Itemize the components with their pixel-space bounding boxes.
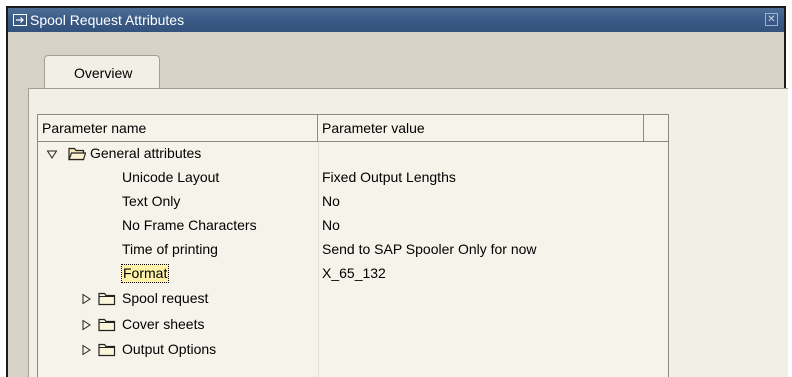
expanded-icon[interactable] — [46, 148, 58, 160]
tree-node-label: Cover sheets — [122, 316, 205, 332]
parameter-value: Fixed Output Lengths — [322, 169, 456, 185]
table-row-selected[interactable]: Format X_65_132 — [38, 262, 668, 286]
tree-node-general-attributes[interactable]: General attributes — [38, 142, 668, 166]
tree-node-cover-sheets[interactable]: Cover sheets — [38, 313, 668, 337]
parameter-name: Format — [120, 264, 170, 283]
table-row[interactable]: No Frame Characters No — [38, 214, 668, 238]
close-icon[interactable]: ✕ — [765, 13, 778, 26]
column-header-name-label: Parameter name — [42, 120, 147, 136]
window-icon — [13, 14, 27, 26]
tab-panel: Parameter name Parameter value General a… — [28, 88, 788, 377]
tab-overview-label: Overview — [74, 65, 133, 81]
window-title: Spool Request Attributes — [30, 12, 185, 28]
table-row[interactable]: Time of printing Send to SAP Spooler Onl… — [38, 238, 668, 262]
column-header-value[interactable]: Parameter value — [318, 115, 644, 141]
collapsed-icon[interactable] — [80, 344, 92, 356]
parameter-name: Time of printing — [122, 241, 218, 257]
attribute-tree: Parameter name Parameter value General a… — [37, 114, 669, 377]
dialog-window: Spool Request Attributes ✕ Overview Para… — [6, 6, 788, 377]
tree-node-spool-request[interactable]: Spool request — [38, 287, 668, 311]
parameter-value: No — [322, 193, 340, 209]
tree-node-label: Output Options — [122, 341, 217, 357]
title-bar[interactable]: Spool Request Attributes ✕ — [8, 8, 784, 32]
collapsed-icon[interactable] — [80, 293, 92, 305]
column-header-name[interactable]: Parameter name — [38, 115, 318, 141]
table-row[interactable]: Text Only No — [38, 190, 668, 214]
parameter-name: No Frame Characters — [122, 217, 257, 233]
table-row[interactable]: Unicode Layout Fixed Output Lengths — [38, 166, 668, 190]
focused-parameter-name[interactable]: Format — [120, 264, 170, 283]
folder-icon — [98, 318, 116, 332]
collapsed-icon[interactable] — [80, 319, 92, 331]
folder-icon — [98, 292, 116, 306]
folder-open-icon — [68, 147, 86, 161]
tree-node-output-options[interactable]: Output Options — [38, 338, 668, 362]
parameter-name: Text Only — [122, 193, 181, 209]
parameter-value: Send to SAP Spooler Only for now — [322, 241, 537, 257]
folder-icon — [98, 343, 116, 357]
column-header-value-label: Parameter value — [322, 120, 425, 136]
parameter-value: X_65_132 — [322, 265, 386, 281]
tree-node-label: Spool request — [122, 290, 209, 306]
column-header-spacer — [644, 115, 668, 141]
parameter-value: No — [322, 217, 340, 233]
parameter-name: Unicode Layout — [122, 169, 220, 185]
tree-node-label: General attributes — [90, 145, 202, 161]
